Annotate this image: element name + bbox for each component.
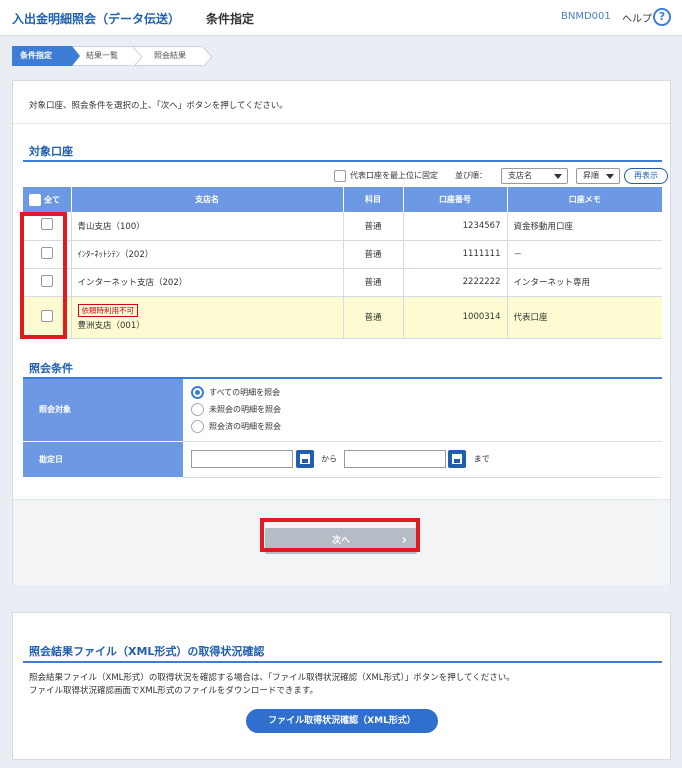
table-row: ｲﾝﾀｰﾈｯﾄｼﾃﾝ（202） 普通 1111111 －	[23, 240, 662, 269]
col-number: 口座番号	[403, 187, 508, 212]
target-options: すべての明細を照会 未照会の明細を照会 照会済の明細を照会	[183, 379, 662, 442]
table-row: 青山支店（100） 普通 1234567 資金移動用口座	[23, 212, 662, 241]
sort-order-select[interactable]: 昇順	[576, 168, 620, 184]
calendar-icon[interactable]	[448, 450, 467, 468]
to-label: まで	[473, 454, 490, 464]
number-cell: 1111111	[403, 240, 508, 269]
target-label: 照会対象	[23, 379, 183, 442]
number-cell: 1234567	[403, 212, 508, 241]
sort-order-value: 昇順	[583, 171, 599, 180]
number-cell: 1000314	[403, 296, 508, 339]
header-bar: 入出金明細照会（データ伝送） 条件指定 BNMD001 ヘルプ ?	[0, 0, 682, 36]
step-condition-label: 条件指定	[20, 51, 52, 60]
fix-representative-label: 代表口座を最上位に固定	[350, 171, 438, 180]
step-result-label: 照会結果	[154, 51, 186, 60]
memo-cell: 代表口座	[507, 296, 662, 339]
table-row: 依頼時利用不可 豊洲支店（001） 普通 1000314 代表口座	[23, 296, 662, 339]
highlight-next-button	[260, 518, 420, 552]
app-title: 入出金明細照会（データ伝送）	[12, 12, 181, 26]
radio-read[interactable]: 照会済の明細を照会	[191, 418, 662, 435]
select-all-label: 全て	[44, 195, 60, 204]
redisplay-button[interactable]: 再表示	[624, 168, 668, 184]
page-title: 条件指定	[206, 12, 255, 26]
subject-cell: 普通	[343, 296, 404, 339]
date-label: 勘定日	[23, 441, 183, 478]
account-table: 全て 支店名 科目 口座番号 口座メモ 青山支店（100） 普通 1234567…	[23, 187, 662, 339]
step-condition: 条件指定	[12, 46, 80, 66]
file-section-text-1: 照会結果ファイル（XML形式）の取得状況を確認する場合は、「ファイル取得状況確認…	[29, 673, 515, 683]
sort-label: 並び順：	[455, 171, 487, 180]
select-all-checkbox[interactable]	[29, 193, 41, 206]
radio-all[interactable]: すべての明細を照会	[191, 384, 662, 401]
radio-button-selected[interactable]	[191, 386, 204, 400]
table-row: インターネット支店（202） 普通 2222222 インターネット専用	[23, 268, 662, 297]
calendar-icon[interactable]	[295, 450, 314, 468]
main-panel: 対象口座、照会条件を選択の上、「次へ」ボタンを押してください。 対象口座 代表口…	[12, 80, 671, 585]
subject-cell: 普通	[343, 212, 404, 241]
step-list-label: 結果一覧	[86, 51, 118, 60]
sort-key-select[interactable]: 支店名	[501, 168, 568, 184]
account-toolbar: 代表口座を最上位に固定 並び順： 支店名 昇順 再表示	[23, 165, 668, 187]
subject-cell: 普通	[343, 268, 404, 297]
col-branch: 支店名	[71, 187, 344, 212]
branch-cell: 依頼時利用不可 豊洲支店（001）	[71, 296, 344, 339]
from-label: から	[321, 454, 338, 464]
col-memo: 口座メモ	[507, 187, 662, 212]
subject-cell: 普通	[343, 240, 404, 269]
select-all-header[interactable]: 全て	[23, 187, 72, 212]
file-status-button[interactable]: ファイル取得状況確認（XML形式）	[246, 709, 438, 733]
instruction-text: 対象口座、照会条件を選択の上、「次へ」ボタンを押してください。	[29, 101, 288, 111]
help-link[interactable]: ヘルプ	[622, 10, 652, 25]
chevron-right-icon	[132, 47, 143, 67]
branch-name: 豊洲支店（001）	[77, 320, 145, 331]
date-from-input[interactable]	[191, 450, 293, 468]
date-range: から まで	[183, 441, 662, 478]
account-table-header: 全て 支店名 科目 口座番号 口座メモ	[23, 187, 662, 212]
memo-cell: 資金移動用口座	[507, 212, 662, 241]
col-subject: 科目	[343, 187, 404, 212]
file-section-text-2: ファイル取得状況確認画面でXML形式のファイルをダウンロードできます。	[29, 686, 319, 696]
file-status-panel: 照会結果ファイル（XML形式）の取得状況確認 照会結果ファイル（XML形式）の取…	[12, 612, 671, 760]
step-result: 照会結果	[136, 46, 213, 67]
memo-cell: －	[507, 240, 662, 269]
condition-table: 照会対象 すべての明細を照会 未照会の明細を照会 照会済の明細を照会 勘定日 か…	[23, 379, 662, 478]
file-section-title: 照会結果ファイル（XML形式）の取得状況確認	[29, 645, 265, 658]
memo-cell: インターネット専用	[507, 268, 662, 297]
help-icon[interactable]: ?	[653, 8, 671, 26]
chevron-right-icon	[202, 47, 213, 67]
screen-id: BNMD001	[561, 11, 611, 22]
unavailable-badge: 依頼時利用不可	[77, 303, 138, 317]
accounts-section-title: 対象口座	[29, 145, 73, 158]
branch-cell: ｲﾝﾀｰﾈｯﾄｼﾃﾝ（202）	[71, 240, 344, 269]
radio-unread[interactable]: 未照会の明細を照会	[191, 401, 662, 418]
radio-button[interactable]	[191, 403, 204, 417]
fix-representative-checkbox[interactable]	[334, 170, 346, 182]
branch-cell: インターネット支店（202）	[71, 268, 344, 297]
highlight-checkbox-column	[20, 212, 67, 339]
radio-button[interactable]	[191, 420, 204, 434]
sort-key-value: 支店名	[508, 171, 532, 180]
conditions-section-title: 照会条件	[29, 362, 73, 375]
chevron-down-icon	[554, 174, 562, 179]
date-to-input[interactable]	[343, 450, 446, 468]
step-list: 結果一覧	[72, 46, 143, 67]
chevron-down-icon	[606, 174, 614, 179]
branch-cell: 青山支店（100）	[71, 212, 344, 241]
number-cell: 2222222	[403, 268, 508, 297]
